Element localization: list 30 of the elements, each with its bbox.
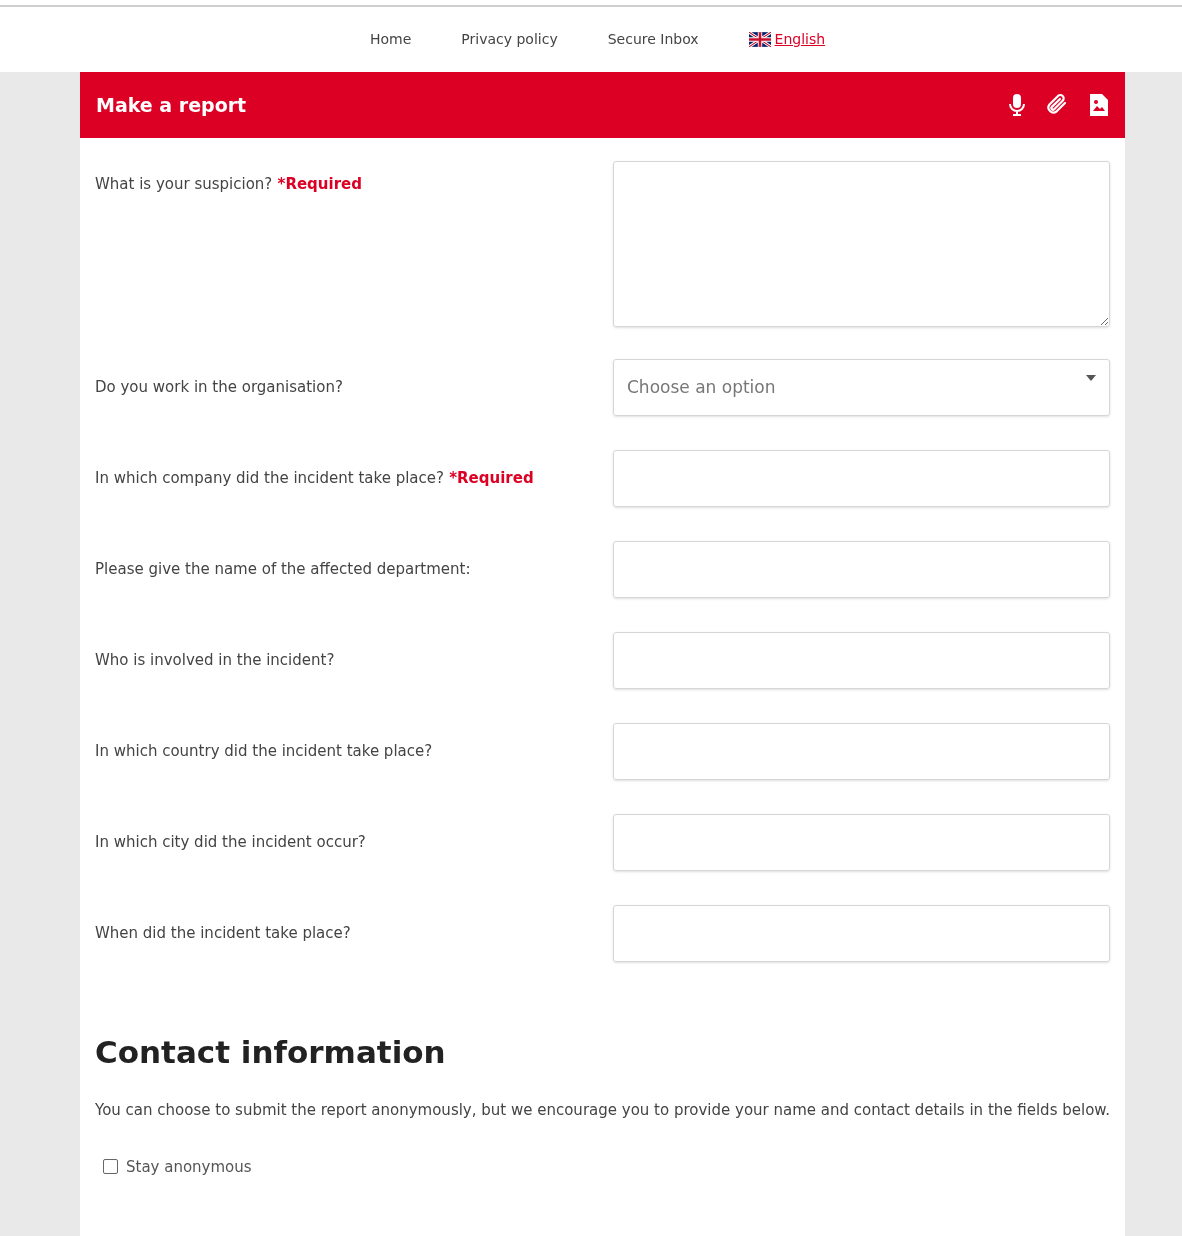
select-field[interactable]: Choose an option: [613, 359, 1110, 416]
paperclip-icon[interactable]: [1045, 93, 1069, 117]
field-label: In which company did the incident take place? *Required: [95, 468, 535, 490]
flag-icon: [748, 32, 771, 47]
input-field[interactable]: [613, 723, 1110, 780]
section-heading: Contact information: [95, 1033, 447, 1072]
field-label: Who is involved in the incident?: [95, 650, 336, 672]
nav-link[interactable]: Privacy policy: [461, 29, 558, 50]
intro-text: You can choose to submit the report anonymously, but we encourage you to provide your name and contact details in the fields below.: [95, 1099, 1110, 1121]
field-label: Do you work in the organisation?: [95, 377, 344, 399]
checkbox[interactable]: [103, 1159, 118, 1175]
caret-icon: [1086, 374, 1096, 381]
image-file-icon[interactable]: [1089, 93, 1109, 117]
field-label: Please give the name of the affected department:: [95, 559, 472, 581]
input-field[interactable]: [613, 541, 1110, 598]
input-field[interactable]: [613, 450, 1110, 507]
nav-link[interactable]: Home: [370, 29, 412, 50]
field-label: What is your suspicion? *Required: [95, 174, 363, 195]
input-field[interactable]: [613, 905, 1110, 962]
input-field[interactable]: [613, 814, 1110, 871]
input-field[interactable]: [613, 632, 1110, 689]
checkbox-label: Stay anonymous: [126, 1156, 252, 1178]
language-link[interactable]: English: [748, 29, 826, 50]
microphone-icon[interactable]: [1009, 93, 1025, 117]
header-title: Make a report: [96, 92, 247, 118]
field-label: When did the incident take place?: [95, 923, 352, 945]
nav-link[interactable]: Secure Inbox: [607, 29, 699, 50]
field-label: In which country did the incident take place?: [95, 741, 434, 763]
text-area[interactable]: [613, 161, 1110, 327]
field-label: In which city did the incident occur?: [95, 832, 367, 854]
